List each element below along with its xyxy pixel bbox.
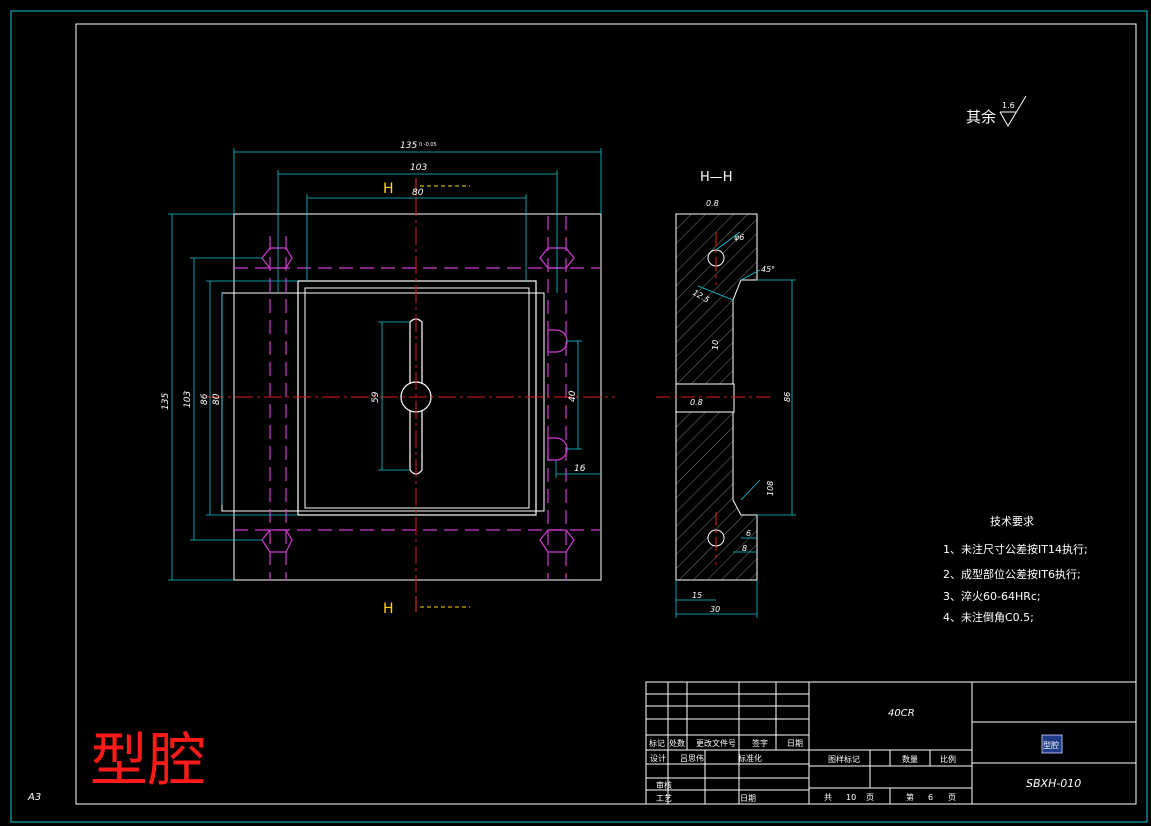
dim-height-103: 103 xyxy=(183,391,193,408)
cavity-outer xyxy=(297,280,537,516)
dim-overall-width: 135 xyxy=(400,141,417,151)
tb-total-prefix: 共 xyxy=(824,793,832,802)
dim-overall-height: 135 xyxy=(161,393,171,410)
outer-border xyxy=(10,10,1148,823)
section-dim-d6: 6 xyxy=(746,529,751,538)
tb-review-label: 审核 xyxy=(656,780,672,790)
tb-designer: 吕思伟 xyxy=(680,753,704,763)
tb-rev-header: 标记 xyxy=(649,738,665,748)
tb-rev-header: 更改文件号 xyxy=(696,738,736,748)
tb-material: 40CR xyxy=(888,708,915,719)
section-dim-d15: 15 xyxy=(692,591,702,600)
tb-process-label: 工艺 xyxy=(656,794,672,803)
tb-sheet-prefix: 第 xyxy=(906,792,914,802)
corner-fitting xyxy=(261,247,293,269)
tb-scale-label: 比例 xyxy=(940,754,956,764)
tb-drawing-no: SBXH-010 xyxy=(1026,777,1081,790)
tech-item: 3、淬火60-64HRc; xyxy=(943,589,1041,603)
tb-sheet-suffix: 页 xyxy=(948,793,956,802)
front-view: H H 135 0 -0.05 103 80 135 103 86 80 59 … xyxy=(161,141,615,617)
inner-border xyxy=(75,23,1137,805)
roughness-note: 其余 xyxy=(966,108,996,126)
tb-rev-header: 日期 xyxy=(787,739,803,748)
tech-item: 4、未注倒角C0.5; xyxy=(943,610,1034,624)
dim-pin-40: 40 xyxy=(568,390,578,402)
section-dim-d30: 30 xyxy=(710,605,720,614)
section-dim-angle: 45° xyxy=(761,265,775,274)
tech-requirements: 技术要求 1、未注尺寸公差按IT14执行; 2、成型部位公差按IT6执行; 3、… xyxy=(943,515,1088,624)
section-dim-hole: φ6 xyxy=(734,233,744,242)
sheet-size: A3 xyxy=(27,792,41,803)
tech-item: 2、成型部位公差按IT6执行; xyxy=(943,567,1081,581)
tb-design-label: 设计 xyxy=(650,753,666,763)
big-title: 型腔 xyxy=(90,726,206,794)
tb-rev-header: 处数 xyxy=(669,738,685,748)
dim-overall-width-tol: 0 -0.05 xyxy=(419,142,437,148)
corner-fitting xyxy=(539,529,575,553)
section-gate-channel xyxy=(675,383,735,413)
tb-logo-text: 型腔 xyxy=(1043,740,1059,750)
tb-rev-header: 签字 xyxy=(752,738,768,748)
section-dim-d108: 108 xyxy=(766,481,775,496)
tech-item: 1、未注尺寸公差按IT14执行; xyxy=(943,542,1088,556)
dim-width-80: 80 xyxy=(412,188,424,198)
section-label-bottom: H xyxy=(383,601,394,617)
section-dim-d10: 10 xyxy=(711,340,720,350)
dim-height-86: 86 xyxy=(200,393,210,405)
section-view-title: H—H xyxy=(700,170,733,185)
roughness-value: 1.6 xyxy=(1002,101,1015,110)
corner-fitting xyxy=(261,529,293,553)
dim-height-80: 80 xyxy=(212,393,222,405)
section-label-top: H xyxy=(383,181,394,197)
tb-total-pages: 10 xyxy=(846,793,856,802)
section-dim-r-mid: 0.8 xyxy=(690,398,703,407)
section-dim-r-top: 0.8 xyxy=(706,199,719,208)
tb-standard-label: 标准化 xyxy=(738,753,762,763)
dim-pin-16: 16 xyxy=(574,464,586,474)
cavity-inner xyxy=(304,287,530,509)
dim-leader xyxy=(740,479,761,501)
tb-date-label: 日期 xyxy=(740,794,756,803)
section-dim-d86: 86 xyxy=(783,392,792,402)
cad-drawing-canvas: H H 135 0 -0.05 103 80 135 103 86 80 59 … xyxy=(10,10,1148,823)
tb-qty-label: 数量 xyxy=(902,754,918,764)
tb-total-suffix: 页 xyxy=(866,793,874,802)
section-view: H—H 0.8 φ6 45° 12.5 10 0.8 86 108 6 8 15… xyxy=(656,170,796,618)
tb-sheet-no: 6 xyxy=(928,793,933,802)
dim-width-103: 103 xyxy=(410,163,427,173)
tb-stage-label: 图样标记 xyxy=(828,754,860,764)
tech-title: 技术要求 xyxy=(990,515,1034,528)
pin-hole xyxy=(547,329,568,353)
dim-slot-59: 59 xyxy=(371,391,381,403)
section-dim-d8: 8 xyxy=(742,544,747,553)
pin-hole xyxy=(547,437,568,461)
